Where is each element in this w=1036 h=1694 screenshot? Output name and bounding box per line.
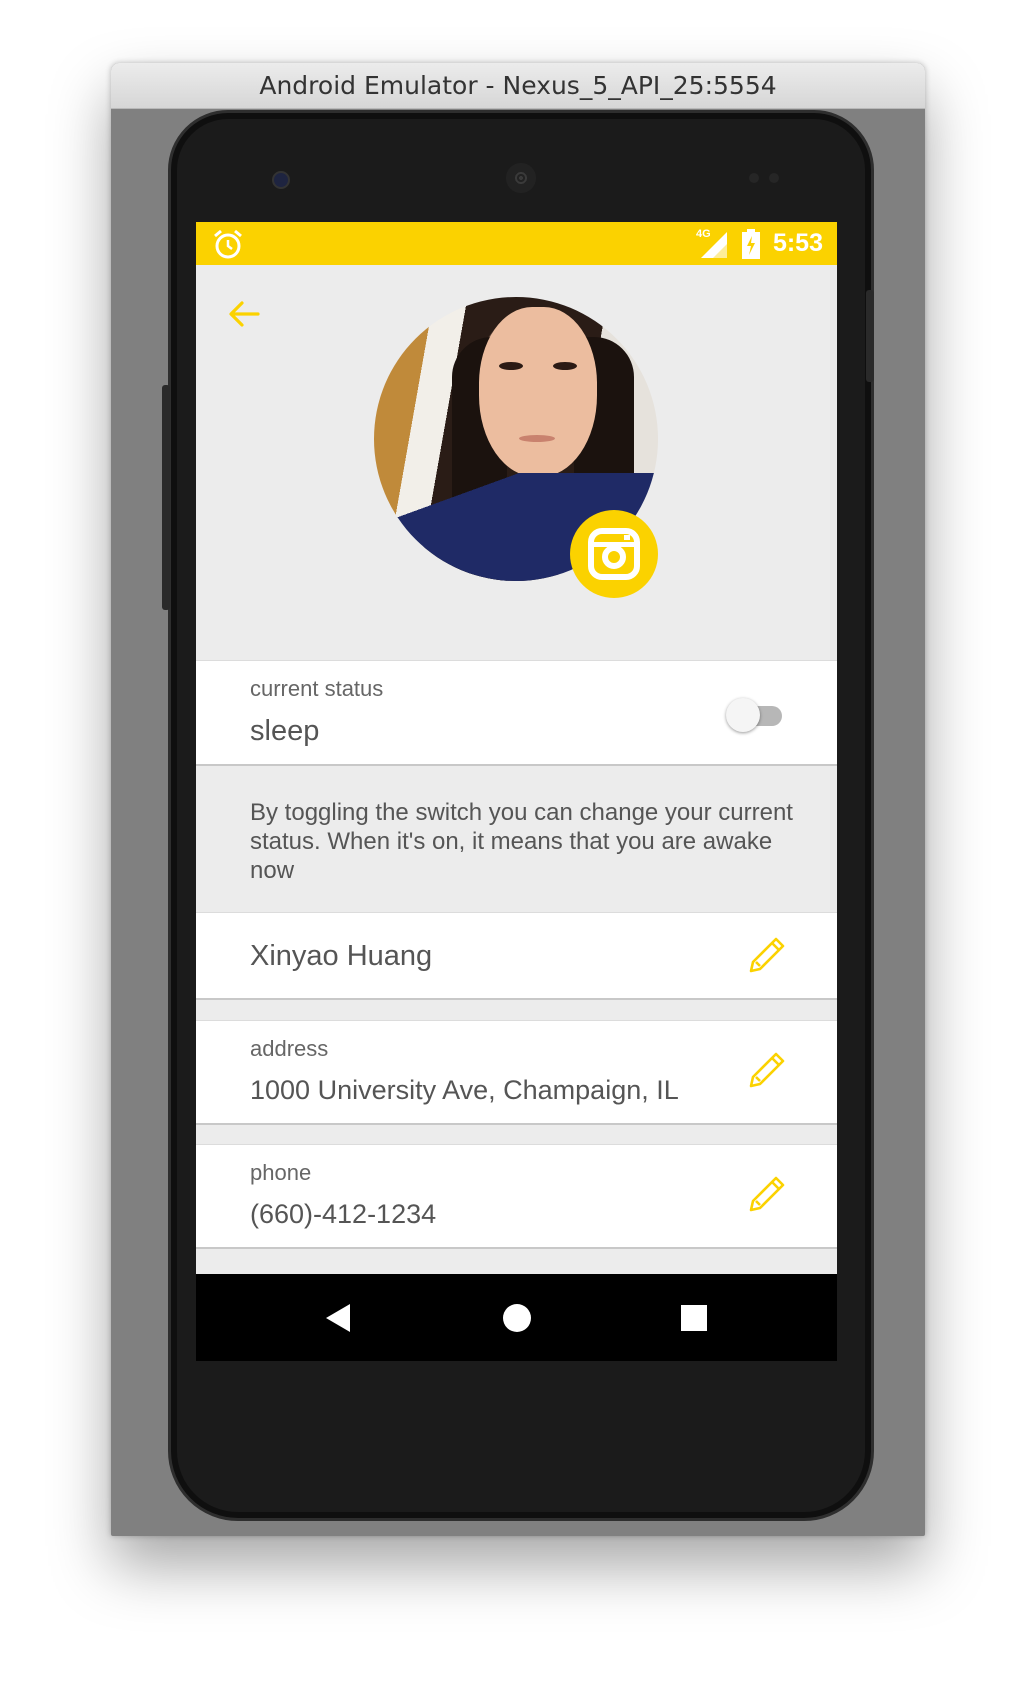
name-card: Xinyao Huang [196, 912, 837, 1000]
pencil-icon[interactable] [748, 1175, 786, 1213]
home-circle-icon[interactable] [500, 1301, 534, 1335]
name-value: Xinyao Huang [250, 940, 433, 972]
address-label: address [250, 1036, 329, 1061]
pencil-icon[interactable] [748, 1051, 786, 1089]
arrow-left-icon[interactable] [226, 296, 262, 332]
status-hint-text: By toggling the switch you can change yo… [250, 799, 793, 884]
pencil-icon[interactable] [748, 936, 786, 974]
back-triangle-icon[interactable] [322, 1301, 356, 1335]
signal-icon [701, 232, 727, 258]
status-toggle[interactable] [726, 698, 784, 732]
speaker-grille-icon [506, 163, 536, 193]
instagram-camera-icon [588, 528, 640, 580]
phone-card: phone (660)-412-1234 [196, 1144, 837, 1249]
status-card: current status sleep [196, 660, 837, 766]
status-bar: 4G 5:53 [196, 222, 837, 265]
address-value: 1000 University Ave, Champaign, IL [250, 1075, 679, 1105]
alarm-icon [214, 229, 242, 259]
phone-label: phone [250, 1160, 312, 1185]
sensor-icon [769, 173, 779, 183]
change-photo-button[interactable] [570, 510, 658, 598]
status-time: 5:53 [772, 229, 823, 257]
battery-icon [742, 229, 760, 259]
window-title: Android Emulator - Nexus_5_API_25:5554 [111, 63, 925, 109]
address-card: address 1000 University Ave, Champaign, … [196, 1020, 837, 1125]
volume-button[interactable] [162, 385, 170, 610]
navigation-bar [196, 1274, 837, 1361]
phone-screen: 4G 5:53 current status sleep By toggling… [196, 222, 837, 1361]
recents-square-icon[interactable] [677, 1301, 711, 1335]
phone-value: (660)-412-1234 [250, 1199, 437, 1229]
status-label: current status [250, 676, 384, 701]
power-button[interactable] [866, 290, 874, 382]
sensor-icon [749, 173, 759, 183]
front-camera-icon [272, 171, 290, 189]
status-value: sleep [250, 715, 320, 747]
